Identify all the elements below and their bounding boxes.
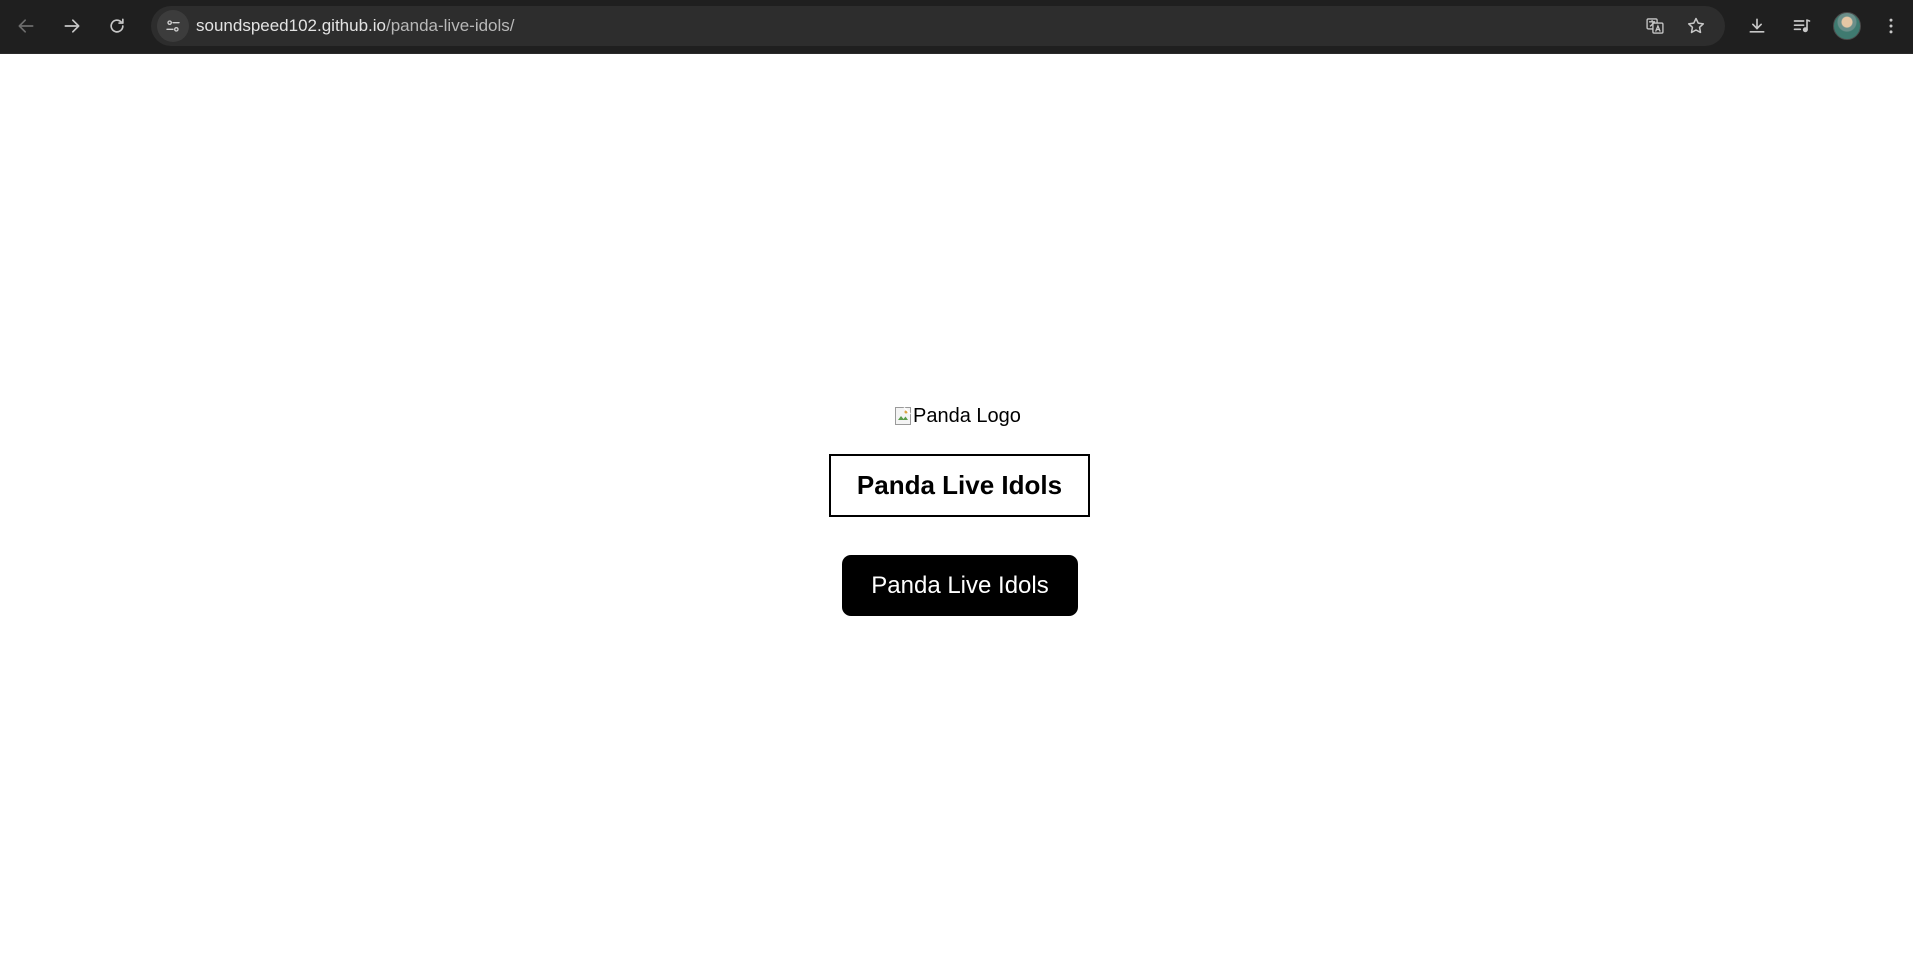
page-content: Panda Logo Panda Live Idols Panda Live I… xyxy=(0,54,1913,964)
back-button[interactable] xyxy=(8,8,44,44)
download-icon xyxy=(1749,18,1765,33)
profile-button[interactable] xyxy=(1830,9,1864,43)
media-queue-icon xyxy=(1793,19,1811,33)
address-bar[interactable]: soundspeed102.github.io/panda-live-idols… xyxy=(151,6,1725,46)
browser-toolbar: soundspeed102.github.io/panda-live-idols… xyxy=(0,0,1913,54)
arrow-left-icon xyxy=(18,19,34,33)
more-vertical-icon xyxy=(1889,18,1893,34)
url-text[interactable]: soundspeed102.github.io/panda-live-idols… xyxy=(196,6,515,46)
site-info-button[interactable] xyxy=(157,10,189,42)
url-host: soundspeed102.github.io xyxy=(196,16,386,35)
bookmark-button[interactable] xyxy=(1682,12,1710,40)
logo-alt-text: Panda Logo xyxy=(913,404,1021,427)
avatar-icon xyxy=(1833,12,1861,40)
star-icon xyxy=(1687,17,1705,34)
panda-logo-image: Panda Logo xyxy=(895,404,1021,428)
arrow-right-icon xyxy=(64,19,80,33)
media-controls-button[interactable] xyxy=(1785,9,1819,43)
panda-live-idols-button[interactable]: Panda Live Idols xyxy=(842,555,1078,616)
translate-icon xyxy=(1646,18,1664,34)
reload-button[interactable] xyxy=(99,8,135,44)
browser-menu-button[interactable] xyxy=(1874,9,1908,43)
downloads-button[interactable] xyxy=(1740,9,1774,43)
translate-button[interactable] xyxy=(1641,12,1669,40)
tune-icon xyxy=(166,20,180,32)
reload-icon xyxy=(110,18,124,33)
broken-image-icon xyxy=(895,406,912,425)
url-path: /panda-live-idols/ xyxy=(386,16,515,35)
page-title: Panda Live Idols xyxy=(829,454,1090,517)
forward-button[interactable] xyxy=(54,8,90,44)
